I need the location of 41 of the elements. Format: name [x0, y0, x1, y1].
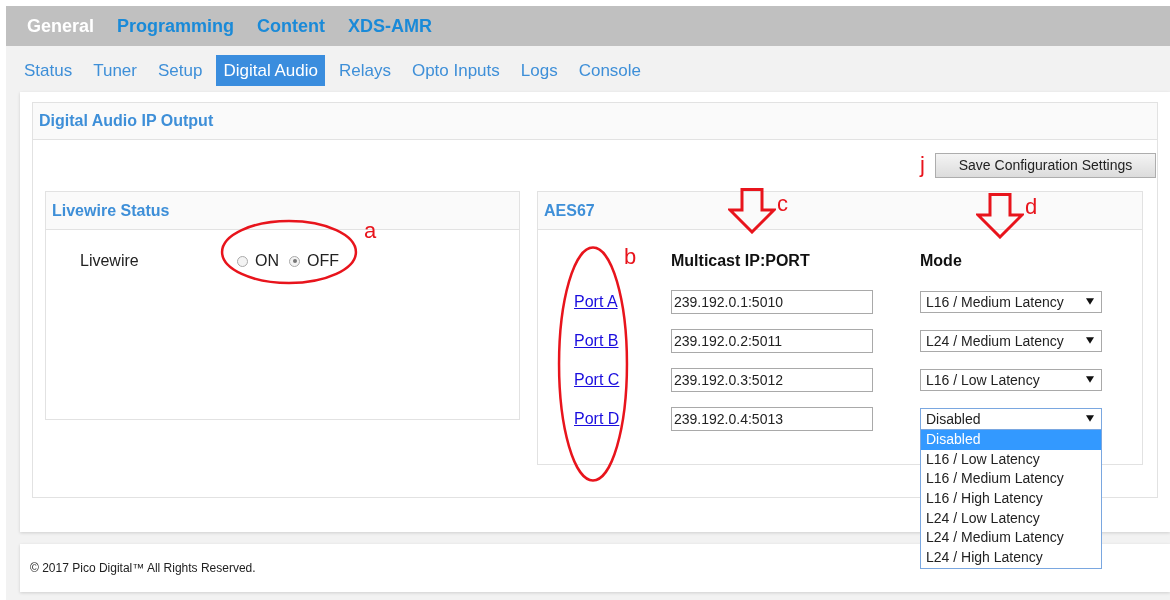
copyright-text: © 2017 Pico Digital™ All Rights Reserved.: [30, 561, 256, 575]
caret-icon: [1086, 298, 1094, 305]
radio-label: ON: [255, 252, 279, 270]
dropdown[interactable]: L16 / Medium Latency: [920, 290, 1102, 313]
field-label: Livewire: [80, 252, 140, 270]
column-header: Multicast IP:PORT: [671, 252, 810, 270]
input-field[interactable]: 239.192.0.2:5011: [671, 328, 873, 353]
callout-letter: c: [777, 193, 788, 215]
down-arrow-icon: [728, 188, 776, 234]
callout-letter: a: [364, 220, 377, 242]
port-link[interactable]: Port C: [574, 370, 620, 389]
down-arrow-icon: [976, 193, 1024, 239]
callout-letter: b: [624, 246, 637, 268]
radio-button[interactable]: [237, 255, 248, 267]
save-button[interactable]: Save Configuration Settings: [935, 152, 1156, 178]
dropdown[interactable]: L16 / Low Latency: [920, 368, 1102, 391]
port-link[interactable]: Port B: [574, 331, 619, 350]
dropdown-option[interactable]: L24 / Low Latency: [921, 508, 1101, 529]
port-link[interactable]: Port D: [574, 409, 620, 428]
dropdown-option[interactable]: L24 / High Latency: [921, 548, 1101, 568]
callout-letter: d: [1025, 196, 1038, 218]
panel-title: Digital Audio IP Output: [39, 112, 214, 130]
radio-label: OFF: [307, 252, 339, 270]
section-title: Livewire Status: [52, 201, 170, 220]
input-field[interactable]: 239.192.0.3:5012: [671, 367, 873, 392]
port-link[interactable]: Port A: [574, 292, 618, 311]
caret-icon: [1086, 376, 1094, 383]
input-field[interactable]: 239.192.0.1:5010: [671, 289, 873, 314]
column-header: Mode: [920, 252, 962, 270]
callout-letter: j: [920, 154, 925, 176]
input-field[interactable]: 239.192.0.4:5013: [671, 406, 873, 431]
dropdown-option[interactable]: L16 / Medium Latency: [921, 469, 1101, 490]
dropdown-option[interactable]: L16 / High Latency: [921, 489, 1101, 509]
dropdown-option[interactable]: L16 / Low Latency: [921, 449, 1101, 470]
radio-button[interactable]: [289, 255, 300, 267]
dropdown[interactable]: Disabled: [920, 407, 1102, 430]
caret-icon: [1086, 337, 1094, 344]
dropdown-option[interactable]: L24 / Medium Latency: [921, 528, 1101, 549]
dropdown[interactable]: L24 / Medium Latency: [920, 329, 1102, 352]
caret-icon: [1086, 415, 1094, 422]
section-title: AES67: [544, 201, 595, 220]
